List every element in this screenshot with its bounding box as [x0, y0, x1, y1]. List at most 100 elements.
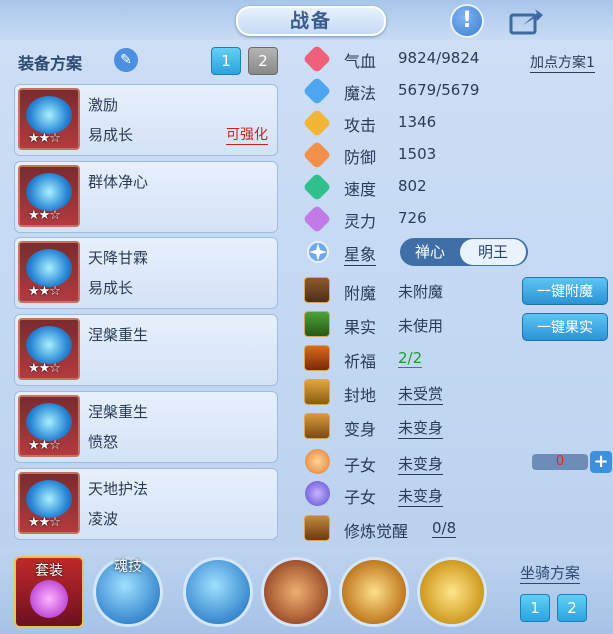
stat-label: 灵力 — [344, 212, 377, 231]
plus-icon[interactable]: + — [590, 451, 612, 473]
equipment-card[interactable]: ★★☆ 激励 易成长 可强化 — [14, 84, 278, 156]
upgradable-link[interactable]: 可强化 — [226, 124, 268, 145]
option-mingwang[interactable]: 明王 — [460, 239, 526, 265]
equipment-attr: 愤怒 — [88, 433, 119, 451]
star-rating: ★★☆ — [28, 438, 61, 453]
page-title: 战备 — [236, 6, 386, 36]
star-sign-icon — [307, 241, 329, 263]
equipment-scheme-title: 装备方案 — [18, 54, 83, 73]
equipment-attr: 易成长 — [88, 279, 134, 297]
star-sign-toggle: 禅心 明王 — [400, 238, 528, 266]
sub-value[interactable]: 0/8 — [432, 519, 457, 538]
pet-slot-1[interactable] — [186, 560, 250, 624]
blessing-icon — [304, 345, 330, 371]
child-icon — [305, 449, 330, 474]
one-click-enchant-button[interactable]: 一键附魔 — [522, 277, 608, 305]
cultivation-row: 修炼觉醒 0/8 — [300, 515, 610, 543]
child-icon — [305, 481, 330, 506]
sub-value[interactable]: 未变身 — [398, 453, 444, 475]
star-sign-label[interactable]: 星象 — [344, 241, 377, 266]
fruit-icon — [304, 311, 330, 337]
set-slot[interactable]: 套装 — [14, 556, 84, 628]
equipment-name: 群体净心 — [88, 173, 149, 191]
equipment-card[interactable]: ★★☆ 群体净心 — [14, 161, 278, 233]
equipment-icon: ★★☆ — [18, 241, 80, 303]
equipment-card[interactable]: ★★☆ 天降甘霖 易成长 — [14, 237, 278, 309]
scheme-button-2[interactable]: 2 — [248, 47, 278, 75]
sub-label: 子女 — [344, 488, 377, 507]
equipment-icon: ★★☆ — [18, 88, 80, 150]
equipment-scheme-column: 装备方案 ✎ 1 2 ★★☆ 激励 易成长 可强化 ★★☆ 群体净心 ★★☆ 天… — [10, 40, 288, 545]
star-rating: ★★☆ — [28, 208, 61, 223]
battle-prep-panel: 战备 ! 装备方案 ✎ 1 2 ★★☆ 激励 易成长 可强化 ★★☆ 群体净心 … — [0, 0, 613, 634]
sub-value[interactable]: 未变身 — [398, 417, 444, 439]
stat-row-attack: 攻击 1346 — [300, 108, 600, 138]
stat-row-speed: 速度 802 — [300, 172, 600, 202]
sub-label: 封地 — [344, 386, 377, 405]
transform-row: 变身 未变身 — [300, 413, 610, 441]
equipment-name: 天降甘霖 — [88, 249, 149, 267]
stat-value: 1503 — [398, 145, 437, 163]
heart-icon — [302, 44, 332, 74]
pet-slot-2[interactable] — [264, 560, 328, 624]
blessing-row: 祈福 2/2 — [300, 345, 610, 373]
scheme-button-1[interactable]: 1 — [211, 47, 241, 75]
sub-label: 果实 — [344, 318, 377, 337]
sub-label: 修炼觉醒 — [344, 522, 409, 541]
stat-value: 1346 — [398, 113, 437, 131]
sub-value: 未附魔 — [398, 283, 444, 301]
child-row-2: 子女 未变身 — [300, 481, 610, 509]
stat-value: 9824/9824 — [398, 49, 480, 67]
equipment-name: 涅槃重生 — [88, 326, 149, 344]
equipment-card[interactable]: ★★☆ 涅槃重生 — [14, 314, 278, 386]
stat-row-mp: 魔法 5679/5679 — [300, 76, 600, 106]
mount-button-1[interactable]: 1 — [520, 594, 550, 622]
equipment-icon: ★★☆ — [18, 318, 80, 380]
mount-button-2[interactable]: 2 — [557, 594, 587, 622]
enchant-row: 附魔 未附魔 一键附魔 — [300, 277, 610, 305]
sub-value[interactable]: 2/2 — [398, 349, 423, 368]
stat-label: 气血 — [344, 52, 377, 71]
soul-skill-label: 魂技 — [114, 559, 142, 575]
fief-row: 封地 未受赏 — [300, 379, 610, 407]
mount-scheme-title[interactable]: 坐骑方案 — [520, 562, 581, 584]
equipment-name: 激励 — [88, 96, 119, 114]
sub-label: 附魔 — [344, 284, 377, 303]
stat-label: 魔法 — [344, 84, 377, 103]
star-rating: ★★☆ — [28, 515, 61, 530]
star-rating: ★★☆ — [28, 361, 61, 376]
pet-slot-4[interactable] — [420, 560, 484, 624]
stats-column: 加点方案1 气血 9824/9824 魔法 5679/5679 攻击 1346 … — [296, 40, 613, 545]
shield-icon — [302, 140, 332, 170]
star-sign-row: 星象 禅心 明王 — [300, 238, 600, 266]
stat-label: 攻击 — [344, 116, 377, 135]
equipment-icon: ★★☆ — [18, 472, 80, 534]
set-art-icon — [30, 580, 68, 618]
stat-value: 726 — [398, 209, 427, 227]
bottom-bar: 套装 魂技 坐骑方案 1 2 — [0, 548, 613, 634]
sub-value[interactable]: 未受赏 — [398, 383, 444, 405]
soul-skill-slot[interactable]: 魂技 — [96, 559, 160, 624]
edit-icon[interactable]: ✎ — [114, 48, 138, 72]
sub-label: 祈福 — [344, 352, 377, 371]
equipment-name: 涅槃重生 — [88, 403, 149, 421]
stat-label: 速度 — [344, 180, 377, 199]
child-counter-value: 0 — [555, 454, 565, 469]
equipment-name: 天地护法 — [88, 480, 149, 498]
spirit-icon — [302, 204, 332, 234]
stat-value: 5679/5679 — [398, 81, 480, 99]
stat-label: 防御 — [344, 148, 377, 167]
share-icon[interactable] — [509, 7, 545, 35]
equipment-attr: 凌波 — [88, 510, 119, 528]
cultivation-icon — [304, 515, 330, 541]
stat-row-defense: 防御 1503 — [300, 140, 600, 170]
sub-value: 未使用 — [398, 317, 444, 335]
equipment-card[interactable]: ★★☆ 天地护法 凌波 — [14, 468, 278, 540]
equipment-card[interactable]: ★★☆ 涅槃重生 愤怒 — [14, 391, 278, 463]
equipment-icon: ★★☆ — [18, 165, 80, 227]
pet-slot-3[interactable] — [342, 560, 406, 624]
option-chanxin[interactable]: 禅心 — [400, 238, 460, 266]
info-icon[interactable]: ! — [452, 6, 482, 36]
one-click-fruit-button[interactable]: 一键果实 — [522, 313, 608, 341]
sub-value[interactable]: 未变身 — [398, 485, 444, 507]
